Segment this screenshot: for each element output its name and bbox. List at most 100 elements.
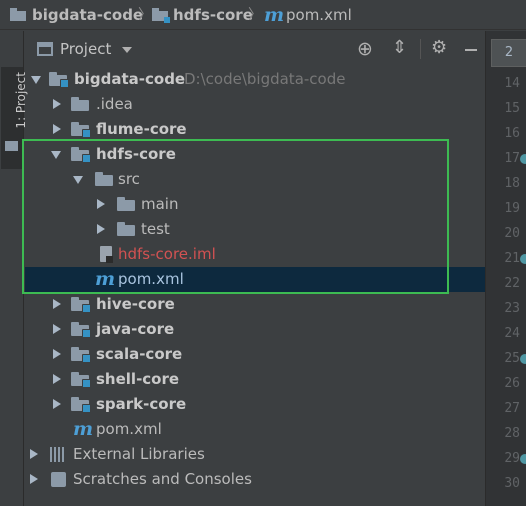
module-folder-icon xyxy=(49,72,69,88)
tree-item-spark-core[interactable]: spark-core xyxy=(25,392,485,417)
breadcrumb-module[interactable]: hdfs-core xyxy=(173,5,253,25)
maven-icon: m xyxy=(73,418,94,440)
folder-icon xyxy=(117,222,135,236)
tree-item-idea[interactable]: .idea xyxy=(25,92,485,117)
expanded-arrow-icon[interactable] xyxy=(31,76,41,84)
scratches-icon xyxy=(51,472,66,487)
collapsed-arrow-icon[interactable] xyxy=(53,374,61,384)
tree-label-shell-core: shell-core xyxy=(96,370,180,388)
tree-item-hdfs-pom[interactable]: m pom.xml xyxy=(25,267,485,292)
maven-icon: m xyxy=(95,268,116,290)
breadcrumb-project[interactable]: bigdata-code xyxy=(32,5,143,25)
line-number: 28 xyxy=(504,426,520,441)
tree-label-idea: .idea xyxy=(96,95,133,113)
tree-item-root[interactable]: bigdata-code D:\code\bigdata-code xyxy=(25,67,485,92)
tree-label-external-libraries: External Libraries xyxy=(73,445,205,463)
project-folder-icon[interactable] xyxy=(10,8,26,21)
tree-label-src: src xyxy=(118,170,140,188)
collapsed-arrow-icon[interactable] xyxy=(30,449,38,459)
iml-file-icon xyxy=(100,246,113,263)
tree-label-test: test xyxy=(141,220,170,238)
left-tool-stripe: 1: Project xyxy=(0,31,28,506)
tree-item-java-core[interactable]: java-core xyxy=(25,317,485,342)
gear-icon[interactable]: ⚙ xyxy=(431,37,447,58)
breadcrumb-separator-icon: 〉 xyxy=(248,7,262,23)
line-number: 18 xyxy=(504,176,520,191)
hide-panel-icon[interactable] xyxy=(465,49,477,51)
line-number: 14 xyxy=(504,76,520,91)
tree-item-main[interactable]: main xyxy=(25,192,485,217)
structure-icon[interactable] xyxy=(5,141,18,151)
tree-label-hdfs-core: hdfs-core xyxy=(96,145,176,163)
collapsed-arrow-icon[interactable] xyxy=(53,124,61,134)
maven-icon: m xyxy=(264,4,285,26)
collapsed-arrow-icon[interactable] xyxy=(53,99,61,109)
line-number: 21 xyxy=(504,251,520,266)
locate-target-icon[interactable]: ⊕ xyxy=(357,38,373,60)
folder-icon xyxy=(95,172,113,186)
module-folder-icon xyxy=(71,372,91,388)
project-view-icon xyxy=(37,42,53,56)
collapsed-arrow-icon[interactable] xyxy=(53,299,61,309)
navigation-bar: bigdata-code 〉 hdfs-core 〉 m pom.xml xyxy=(0,0,526,30)
expanded-arrow-icon[interactable] xyxy=(51,151,61,159)
tree-label-java-core: java-core xyxy=(96,320,175,338)
tree-item-scratches[interactable]: Scratches and Consoles xyxy=(25,467,485,492)
editor-gutter: 2 14 15 16 17 18 19 20 21 22 23 24 25 26 27 28 29 30 xyxy=(485,31,526,506)
module-folder-icon xyxy=(71,347,91,363)
line-number: 27 xyxy=(504,401,520,416)
tree-label-spark-core: spark-core xyxy=(96,395,187,413)
tree-item-scala-core[interactable]: scala-core xyxy=(25,342,485,367)
line-number: 15 xyxy=(504,101,520,116)
project-tree: bigdata-code D:\code\bigdata-code .idea … xyxy=(25,67,485,506)
collapsed-arrow-icon[interactable] xyxy=(53,324,61,334)
line-number: 30 xyxy=(504,476,520,491)
module-folder-icon xyxy=(71,147,91,163)
collapsed-arrow-icon[interactable] xyxy=(53,399,61,409)
chevron-down-icon[interactable] xyxy=(122,47,132,53)
module-folder-icon xyxy=(71,122,91,138)
line-number: 29 xyxy=(504,451,520,466)
library-icon xyxy=(50,447,66,462)
folder-icon xyxy=(71,97,89,111)
collapsed-arrow-icon[interactable] xyxy=(53,349,61,359)
tree-item-test[interactable]: test xyxy=(25,217,485,242)
gutter-marker-icon[interactable] xyxy=(520,154,526,164)
collapsed-arrow-icon[interactable] xyxy=(97,224,105,234)
breadcrumb-file[interactable]: pom.xml xyxy=(286,5,352,25)
line-number: 23 xyxy=(504,301,520,316)
module-folder-icon xyxy=(71,322,91,338)
collapse-all-icon[interactable]: ⇕ xyxy=(392,37,407,58)
panel-title[interactable]: Project xyxy=(60,40,111,58)
line-number: 22 xyxy=(504,276,520,291)
line-number: 19 xyxy=(504,201,520,216)
module-folder-icon xyxy=(71,397,91,413)
tree-label-root: bigdata-code xyxy=(74,70,186,88)
tree-item-hive-core[interactable]: hive-core xyxy=(25,292,485,317)
tree-label-hdfs-pom: pom.xml xyxy=(118,270,184,288)
line-number: 20 xyxy=(504,226,520,241)
expanded-arrow-icon[interactable] xyxy=(73,176,83,184)
tree-item-flume-core[interactable]: flume-core xyxy=(25,117,485,142)
tree-item-hdfs-core[interactable]: hdfs-core xyxy=(25,142,485,167)
tree-item-root-pom[interactable]: m pom.xml xyxy=(25,417,485,442)
tree-label-main: main xyxy=(141,195,179,213)
gutter-marker-icon[interactable] xyxy=(520,254,526,264)
tree-label-scala-core: scala-core xyxy=(96,345,183,363)
module-folder-icon xyxy=(152,8,170,23)
folder-icon xyxy=(117,197,135,211)
collapsed-arrow-icon[interactable] xyxy=(97,199,105,209)
collapsed-arrow-icon[interactable] xyxy=(30,474,38,484)
breadcrumb-separator-icon: 〉 xyxy=(138,7,152,23)
tree-item-external-libraries[interactable]: External Libraries xyxy=(25,442,485,467)
tree-item-shell-core[interactable]: shell-core xyxy=(25,367,485,392)
line-number: 16 xyxy=(504,126,520,141)
gutter-marker-icon[interactable] xyxy=(520,354,526,364)
gutter-marker-icon[interactable] xyxy=(520,454,526,464)
project-panel-header: Project ⊕ ⇕ ⚙ xyxy=(25,31,485,67)
tree-label-root-pom: pom.xml xyxy=(96,420,162,438)
tree-item-src[interactable]: src xyxy=(25,167,485,192)
editor-tab[interactable]: 2 xyxy=(491,39,526,67)
tree-item-iml-file[interactable]: hdfs-core.iml xyxy=(25,242,485,267)
line-number: 26 xyxy=(504,376,520,391)
